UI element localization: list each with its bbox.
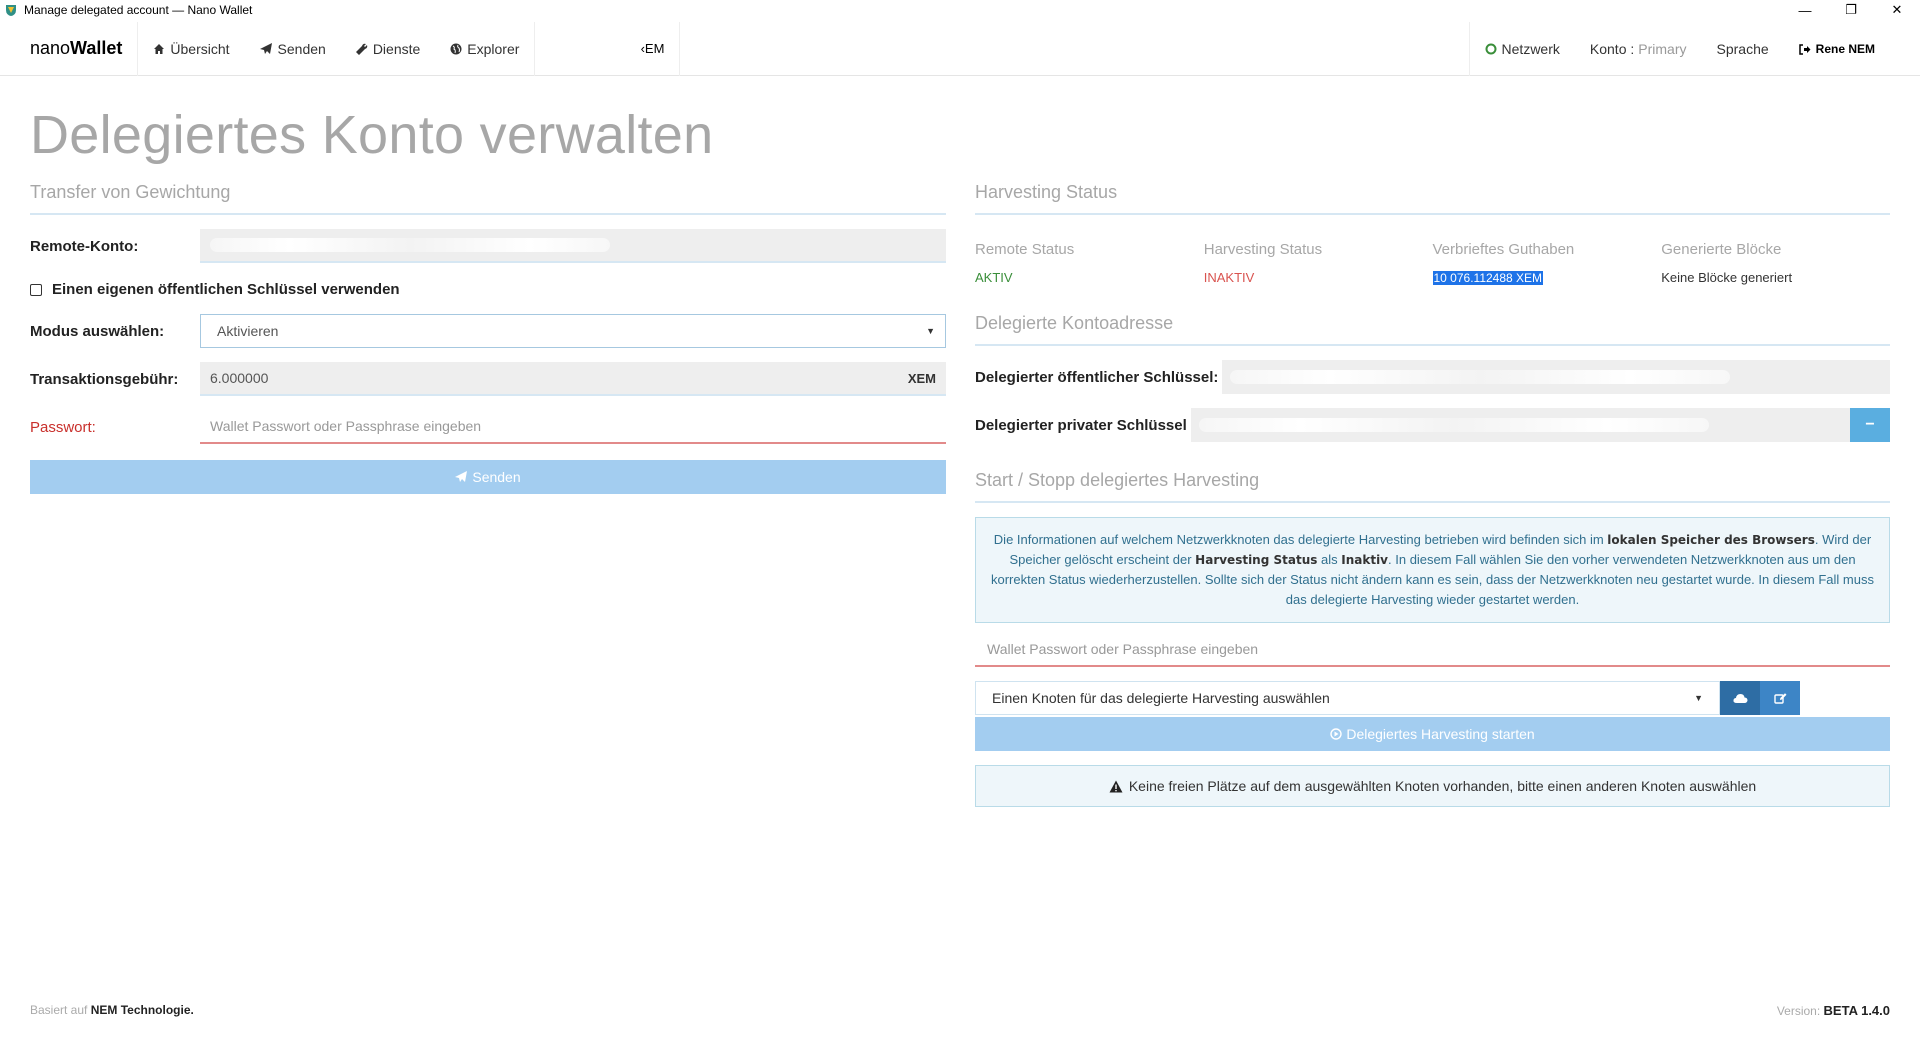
custom-node-button[interactable] — [1760, 681, 1800, 715]
minimize-button[interactable]: — — [1782, 0, 1828, 20]
network-status-icon — [1485, 43, 1497, 55]
harvest-password-input[interactable]: Wallet Passwort oder Passphrase eingeben — [975, 633, 1890, 667]
harvesting-panel: Harvesting Status Remote Status AKTIV Ha… — [975, 182, 1890, 807]
footer-credit: Basiert auf NEM Technologie. — [30, 1003, 194, 1017]
own-public-key-option[interactable]: Einen eigenen öffentlichen Schlüssel ver… — [30, 281, 946, 298]
top-navbar: nano Wallet Übersicht Senden Dienste Expl… — [0, 21, 1920, 76]
nav-item-send[interactable]: Senden — [245, 22, 341, 76]
start-harvesting-button[interactable]: Delegiertes Harvesting starten — [975, 717, 1890, 751]
send-icon — [259, 42, 272, 54]
redacted-remote-account — [210, 238, 610, 252]
redacted-public-key — [1230, 370, 1731, 384]
transfer-panel: Transfer von Gewichtung Remote-Konto: Ei… — [30, 182, 946, 494]
play-circle-icon — [1330, 728, 1343, 740]
harvesting-status-value: INAKTIV — [1203, 270, 1255, 285]
password-label: Passwort: — [30, 418, 96, 436]
public-key-label: Delegierter öffentlicher Schlüssel: — [975, 368, 1219, 386]
startstop-section-title: Start / Stopp delegiertes Harvesting — [975, 470, 1890, 503]
toggle-private-key-button[interactable]: − — [1850, 408, 1890, 442]
nav-item-services[interactable]: Dienste — [341, 22, 435, 76]
remote-status-value: AKTIV — [975, 270, 1013, 285]
globe-icon — [450, 43, 462, 54]
nav-item-language[interactable]: Sprache — [1702, 22, 1784, 76]
price-ticker: ‹EM — [535, 21, 681, 76]
harvesting-status-grid: Remote Status AKTIV Harvesting Status IN… — [975, 241, 1890, 285]
edit-icon — [1773, 692, 1786, 704]
private-key-label: Delegierter privater Schlüssel — [975, 416, 1187, 434]
harvesting-section-title: Harvesting Status — [975, 182, 1890, 215]
window-titlebar: Manage delegated account — Nano Wallet —… — [0, 0, 1920, 20]
nav-item-explorer[interactable]: Explorer — [435, 22, 534, 76]
mode-select[interactable]: Aktivieren ▼ — [200, 314, 946, 348]
remote-status-head: Remote Status — [975, 241, 1075, 258]
warning-box: Keine freien Plätze auf dem ausgewählten… — [975, 765, 1890, 807]
window-title: Manage delegated account — Nano Wallet — [24, 3, 253, 17]
restore-button[interactable]: ❐ — [1828, 0, 1874, 20]
warning-icon — [1109, 780, 1123, 792]
nav-item-network[interactable]: Netzwerk — [1470, 22, 1575, 76]
send-button[interactable]: Senden — [30, 460, 946, 494]
caret-down-icon: ▼ — [926, 326, 935, 336]
generated-blocks-head: Generierte Blöcke — [1661, 241, 1782, 258]
nav-item-overview[interactable]: Übersicht — [138, 22, 244, 76]
password-input[interactable]: Wallet Passwort oder Passphrase eingeben — [200, 410, 946, 444]
mode-label: Modus auswählen: — [30, 322, 165, 340]
private-key-field — [1190, 408, 1850, 442]
harvesting-status-head: Harvesting Status — [1203, 241, 1323, 258]
caret-down-icon: ▼ — [1694, 693, 1703, 703]
redacted-private-key — [1198, 418, 1709, 432]
brand-logo[interactable]: nano Wallet — [30, 21, 139, 76]
nem-logo-icon — [4, 3, 18, 17]
fee-unit: XEM — [907, 370, 936, 386]
generated-blocks-value: Keine Blöcke generiert — [1661, 270, 1793, 285]
node-select[interactable]: Einen Knoten für das delegierte Harvesti… — [975, 681, 1720, 715]
remote-account-field — [200, 229, 946, 263]
info-box: Die Informationen auf welchem Netzwerkkn… — [975, 517, 1890, 623]
remote-account-label: Remote-Konto: — [30, 237, 139, 255]
cloud-node-button[interactable] — [1720, 681, 1760, 715]
delegated-section-title: Delegierte Kontoadresse — [975, 313, 1890, 346]
vested-balance-value: 10 076.112488 XEM — [1432, 271, 1544, 285]
home-icon — [154, 43, 165, 54]
vested-balance-head: Verbrieftes Guthaben — [1432, 241, 1575, 258]
transfer-section-title: Transfer von Gewichtung — [30, 182, 946, 215]
fee-field: 6.000000 XEM — [200, 362, 946, 396]
cloud-icon — [1732, 693, 1747, 703]
own-public-key-checkbox[interactable] — [30, 283, 42, 296]
nav-item-account[interactable]: Konto : Primary — [1575, 22, 1702, 76]
wrench-icon — [355, 43, 368, 55]
fee-label: Transaktionsgebühr: — [30, 370, 179, 388]
close-button[interactable]: ✕ — [1874, 0, 1920, 20]
logout-icon — [1798, 43, 1811, 55]
footer-version: Version: BETA 1.4.0 — [1776, 1003, 1890, 1018]
nav-item-logout[interactable]: Rene NEM — [1784, 22, 1890, 76]
page-title: Delegiertes Konto verwalten — [30, 105, 714, 165]
public-key-field — [1222, 360, 1890, 394]
send-icon — [455, 471, 468, 482]
